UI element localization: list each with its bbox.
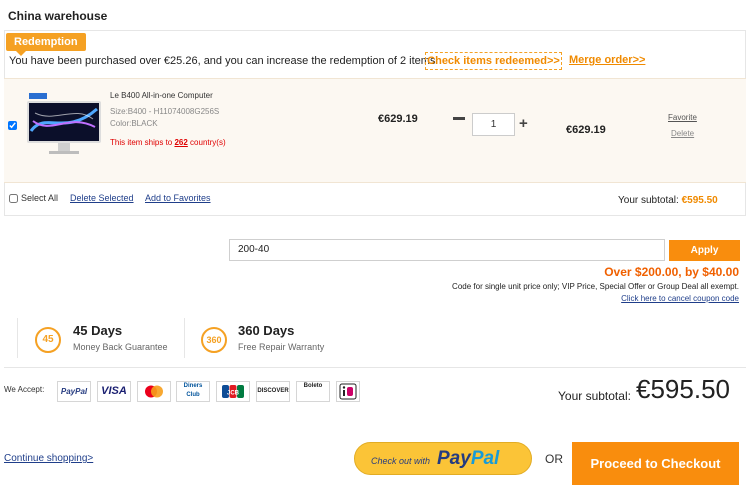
shipping-country-count[interactable]: 262 [174,138,187,147]
check-items-redeemed-button[interactable]: Check items redeemed>> [425,52,562,70]
cart-subtotal-value: €595.50 [681,195,718,206]
or-separator: OR [545,452,563,466]
cart-subtotal-label: Your subtotal: [618,195,679,206]
money-back-badge-icon: 45 [35,327,61,353]
merge-order-link[interactable]: Merge order>> [569,54,645,66]
apply-coupon-button[interactable]: Apply [669,240,740,261]
jcb-icon: JCB [216,381,250,402]
redemption-tag: Redemption [6,33,86,56]
summary-subtotal-value: €595.50 [636,374,730,404]
shipping-note-prefix: This item ships to [110,138,175,147]
all-in-one-computer-icon [27,93,101,154]
unit-price: €629.19 [378,113,418,125]
product-size: Size:B400 - H11074008G256S [110,107,220,116]
visa-icon: VISA [97,381,131,402]
product-name[interactable]: Le B400 All-in-one Computer [110,91,213,100]
cart-subtotal: Your subtotal: €595.50 [618,195,718,206]
cancel-coupon-link[interactable]: Click here to cancel coupon code [621,294,739,303]
paypal-checkout-caption: Check out with [371,456,431,466]
coupon-code-input[interactable]: 200-40 [229,239,665,261]
coupon-discount: Over $200.00, by $40.00 [604,265,739,279]
warranty-title: 360 Days [238,323,295,338]
continue-shopping-link[interactable]: Continue shopping> [4,453,93,464]
shipping-note: This item ships to 262 country(s) [110,138,226,147]
boleto-icon: Boleto [296,381,330,402]
product-color: Color:BLACK [110,119,158,128]
money-back-title: 45 Days [73,323,123,338]
redemption-message: You have been purchased over €25.26, and… [9,55,436,67]
paypal-checkout-button[interactable]: Check out with PayPal [354,442,532,475]
quantity-decrease-button[interactable] [453,117,465,120]
proceed-to-checkout-button[interactable]: Proceed to Checkout [572,442,739,485]
discover-icon: DISCOVER [256,381,290,402]
jcb-logo: JCB [222,385,244,398]
section-divider [4,367,746,368]
coupon-rule-note: Code for single unit price only; VIP Pri… [452,282,739,291]
select-all-label[interactable]: Select All [21,193,58,203]
shipping-note-suffix: country(s) [187,138,226,147]
paypal-icon: PayPal [57,381,91,402]
line-total: €629.19 [566,124,606,136]
paypal-logo: PayPal [437,448,499,470]
delete-link[interactable]: Delete [671,129,694,138]
product-image[interactable] [25,91,103,157]
guarantee-divider [17,318,18,358]
quantity-input[interactable]: 1 [472,113,515,136]
paypal-logo-pal: Pal [470,448,500,469]
warranty-subtitle: Free Repair Warranty [238,342,325,352]
delete-selected-link[interactable]: Delete Selected [70,193,134,203]
diners-club-icon: Diners Club [176,381,210,402]
mastercard-logo [145,385,163,398]
add-to-favorites-link[interactable]: Add to Favorites [145,193,211,203]
select-all-checkbox[interactable] [9,194,18,203]
quantity-increase-button[interactable]: + [519,116,528,131]
paypal-logo-pay: Pay [437,448,471,469]
warranty-badge-icon: 360 [201,327,227,353]
warehouse-title: China warehouse [8,9,108,23]
we-accept-label: We Accept: [4,385,45,394]
ideal-icon [336,381,360,402]
mastercard-icon [137,381,171,402]
ideal-logo [339,383,357,400]
guarantee-divider [184,318,185,358]
money-back-subtitle: Money Back Guarantee [73,342,168,352]
item-select-checkbox[interactable] [8,121,17,130]
svg-text:JCB: JCB [227,391,240,397]
summary-subtotal-label: Your subtotal: [558,389,631,403]
favorite-link[interactable]: Favorite [668,113,697,122]
